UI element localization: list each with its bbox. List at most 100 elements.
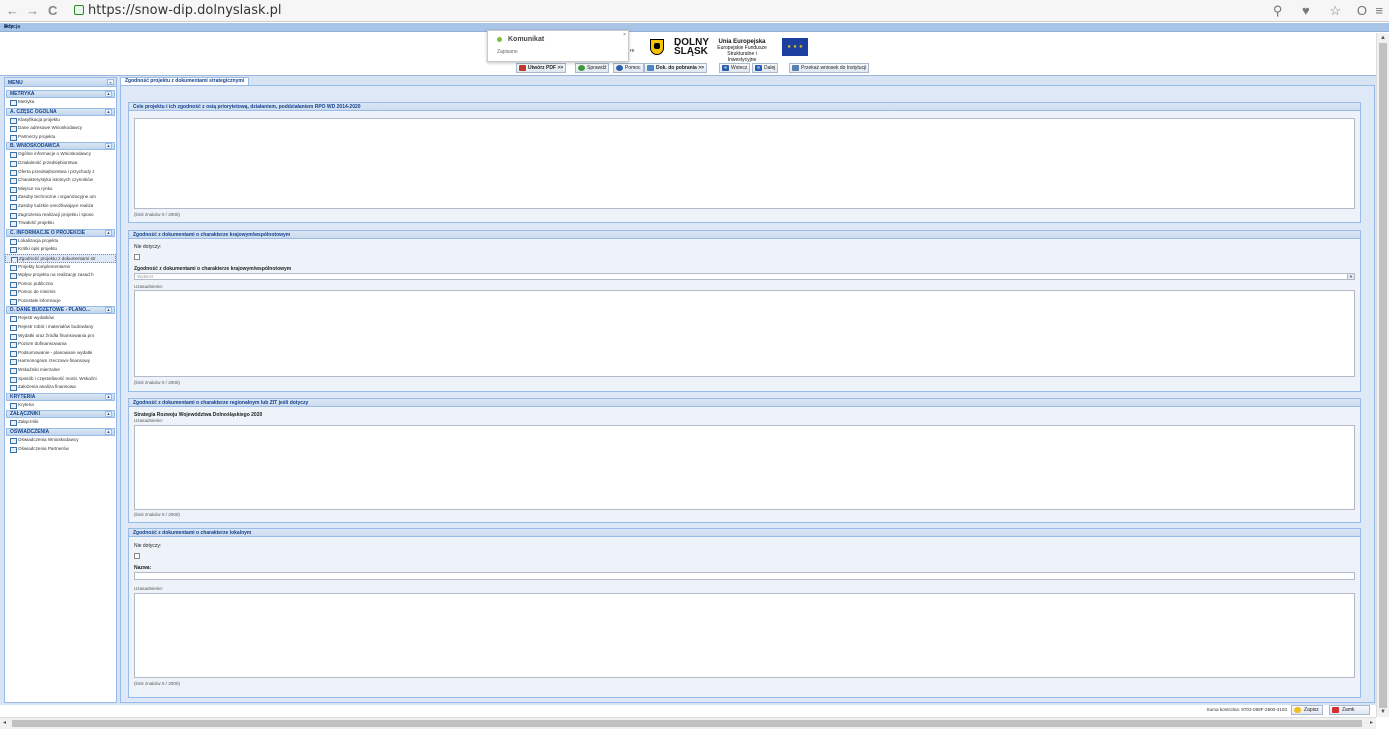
tab-strategic-documents[interactable]: Zgodność projektu z dokumentami strategi… <box>120 77 250 85</box>
back-step-button[interactable]: «Wstecz <box>719 63 751 73</box>
horizontal-scrollbar[interactable]: ◂ ▸ <box>0 717 1376 729</box>
menu-group: D. DANE BUDŻETOWE - PLANO... ▲ Rejestr wyd… <box>5 306 116 391</box>
menu-group-header[interactable]: D. DANE BUDŻETOWE - PLANO... ▲ <box>6 306 115 315</box>
help-button[interactable]: Pomoc <box>613 63 644 73</box>
menu-group-header[interactable]: B. WNIOSKODAWCA ▲ <box>6 142 115 151</box>
window-controls[interactable]: ⇄ ✕ <box>4 24 1385 30</box>
menu-group: KRYTERIA ▲ Kryteria <box>5 392 116 410</box>
scroll-right-icon[interactable]: ▸ <box>1370 719 1373 726</box>
sidebar-item[interactable]: Oferta przedsiębiorstwa i przychody z <box>5 168 116 177</box>
sidebar-item[interactable]: Zasoby ludzkie umożliwiające realiza <box>5 202 116 211</box>
sidebar-item[interactable]: Zagrożenia realizacji projektu i sposo <box>5 211 116 220</box>
sidebar-item[interactable]: Oświadczenia Partnerów <box>5 445 116 454</box>
sidebar-item[interactable]: Harmonogram rzeczowo-finansowy <box>5 357 116 366</box>
national-compliance-select[interactable]: Wybierz ▼ <box>134 273 1355 280</box>
sidebar-item[interactable]: Zgodność projektu z dokumentami str <box>5 253 116 263</box>
sidebar-item[interactable]: Metryka <box>5 98 116 107</box>
sidebar-item[interactable]: Trwałość projektu <box>5 219 116 228</box>
reload-button[interactable]: C <box>48 3 57 19</box>
scroll-left-icon[interactable]: ◂ <box>3 719 6 726</box>
name-input[interactable] <box>134 572 1355 580</box>
sidebar-item[interactable]: Krótki opis projektu <box>5 245 116 254</box>
sidebar-collapse-button[interactable]: « <box>107 79 114 85</box>
sidebar-item[interactable]: Pomoc de minimis <box>5 288 116 297</box>
menu-group: METRYKA ▲ Metryka <box>5 90 116 107</box>
close-button[interactable]: Zamk <box>1329 705 1370 715</box>
sidebar-item[interactable]: Kryteria <box>5 401 116 410</box>
browser-actions-icons[interactable]: ⚲ ♥ ☆ <box>1273 3 1349 19</box>
national-justification-textarea[interactable] <box>134 290 1355 377</box>
next-icon: » <box>755 65 762 71</box>
sidebar-item[interactable]: Zasoby techniczne i organizacyjne um <box>5 193 116 202</box>
sidebar-item[interactable]: Podsumowanie - planowane wydatki <box>5 349 116 358</box>
collapse-group-icon[interactable]: ▲ <box>105 91 112 97</box>
menu-group: ZAŁĄCZNIKI ▲ Załączniki <box>5 410 116 427</box>
sidebar-item[interactable]: Załączniki <box>5 418 116 427</box>
collapse-group-icon[interactable]: ▲ <box>105 108 112 115</box>
sidebar-item[interactable]: Ogólne informacje o Wnioskodawcy <box>5 150 116 159</box>
submit-to-institution-button[interactable]: Przekaż wniosek do Instytucji <box>789 63 870 73</box>
collapse-group-icon[interactable]: ▲ <box>105 411 112 418</box>
collapse-group-icon[interactable]: ▲ <box>105 229 112 236</box>
collapse-group-icon[interactable]: ▲ <box>105 393 112 400</box>
horizontal-scroll-thumb[interactable] <box>12 720 1362 727</box>
collapse-group-icon[interactable]: ▲ <box>105 429 112 435</box>
sidebar-item[interactable]: Pomoc publiczna <box>5 280 116 289</box>
sidebar-item[interactable]: Charakterystyka istotnych czynników <box>5 176 116 185</box>
next-step-button[interactable]: » Dalej <box>752 63 779 73</box>
sidebar-item[interactable]: Poziom dofinansowania <box>5 340 116 349</box>
sidebar-item[interactable]: Sposób i częstotliwość monit. Wskaźni <box>5 375 116 384</box>
sidebar-item[interactable]: Partnerzy projektu <box>5 133 116 142</box>
menu-group-header[interactable]: ZAŁĄCZNIKI ▲ <box>6 410 115 419</box>
sidebar-item[interactable]: Wskaźniki mierzalne <box>5 366 116 375</box>
lock-icon <box>74 5 84 15</box>
vertical-scroll-thumb[interactable] <box>1379 43 1387 708</box>
regional-justification-textarea[interactable] <box>134 425 1355 510</box>
scroll-up-icon[interactable]: ▲ <box>1380 35 1386 41</box>
section-local: Zgodność z dokumentami o charakterze lok… <box>128 528 1361 698</box>
menu-group-header[interactable]: C. INFORMACJE O PROJEKCIE ▲ <box>6 228 115 237</box>
browser-toolbar: ← → C https://snow-dip.dolnyslask.pl ⚲ ♥… <box>0 0 1389 22</box>
not-applicable-checkbox[interactable] <box>134 254 140 260</box>
sidebar-item[interactable]: Oświadczenia Wnioskodawcy <box>5 436 116 445</box>
menu-group-header[interactable]: KRYTERIA ▲ <box>6 392 115 401</box>
sidebar-item[interactable]: Rejestr wydatków <box>5 314 116 323</box>
scroll-down-icon[interactable]: ▼ <box>1380 709 1386 715</box>
toast-close-button[interactable]: × <box>623 32 626 38</box>
sidebar-item[interactable]: Projekty komplementarne <box>5 263 116 272</box>
collapse-group-icon[interactable]: ▲ <box>105 307 112 314</box>
menu-group-header[interactable]: OŚWIADCZENIA ▲ <box>6 428 115 436</box>
not-applicable-checkbox[interactable] <box>134 553 140 559</box>
sidebar-item[interactable]: Pozostałe informacje <box>5 297 116 306</box>
sidebar-item[interactable]: Klasyfikacja projektu <box>5 116 116 125</box>
local-justification-textarea[interactable] <box>134 593 1355 678</box>
sidebar: MENU « METRYKA ▲ Metryka A. CZĘŚĆ OGÓLNA ▲ Kl… <box>4 77 117 703</box>
sidebar-item[interactable]: Dane adresowe Wnioskodawcy <box>5 124 116 133</box>
back-button[interactable]: ← <box>6 3 19 19</box>
justification-label: Uzasadnienie: <box>134 586 164 591</box>
save-button[interactable]: Zapisz <box>1291 705 1323 715</box>
goals-textarea[interactable] <box>134 118 1355 209</box>
opera-icon[interactable]: O <box>1357 3 1367 19</box>
sidebar-item[interactable]: Założenia analiza finansowa <box>5 383 116 392</box>
not-applicable-label: Nie dotyczy: <box>134 244 162 250</box>
create-pdf-button[interactable]: Utwórz PDF >> <box>516 63 567 73</box>
menu-group-header[interactable]: METRYKA ▲ <box>6 90 115 98</box>
sidebar-item[interactable]: Rejestr robót i materiałów budowlany <box>5 323 116 332</box>
collapse-group-icon[interactable]: ▲ <box>105 143 112 150</box>
sidebar-item[interactable]: Lokalizacja projektu <box>5 237 116 246</box>
sidebar-item[interactable]: Wpływ projektu na realizację zasad h <box>5 271 116 280</box>
menu-group-header[interactable]: A. CZĘŚĆ OGÓLNA ▲ <box>6 107 115 116</box>
browser-menu-icon[interactable]: ≡ <box>1375 3 1383 19</box>
sidebar-item[interactable]: Działalność przedsiębiorstwa <box>5 159 116 168</box>
forward-button[interactable]: → <box>26 3 39 19</box>
vertical-scrollbar[interactable]: ▲ ▼ <box>1376 33 1389 717</box>
check-button[interactable]: Sprawdź <box>575 63 610 73</box>
not-applicable-label: Nie dotyczy: <box>134 543 162 549</box>
address-bar[interactable]: https://snow-dip.dolnyslask.pl <box>88 3 282 19</box>
downloads-button[interactable]: Dok. do pobrania >> <box>644 63 708 73</box>
eu-text: Unia Europejska Europejskie Fundusze Str… <box>717 39 767 63</box>
sidebar-item[interactable]: Wydatki oraz źródła finansowania pro <box>5 332 116 341</box>
sidebar-item[interactable]: Miejsce na rynku <box>5 185 116 194</box>
chevron-down-icon[interactable]: ▼ <box>1347 274 1354 279</box>
